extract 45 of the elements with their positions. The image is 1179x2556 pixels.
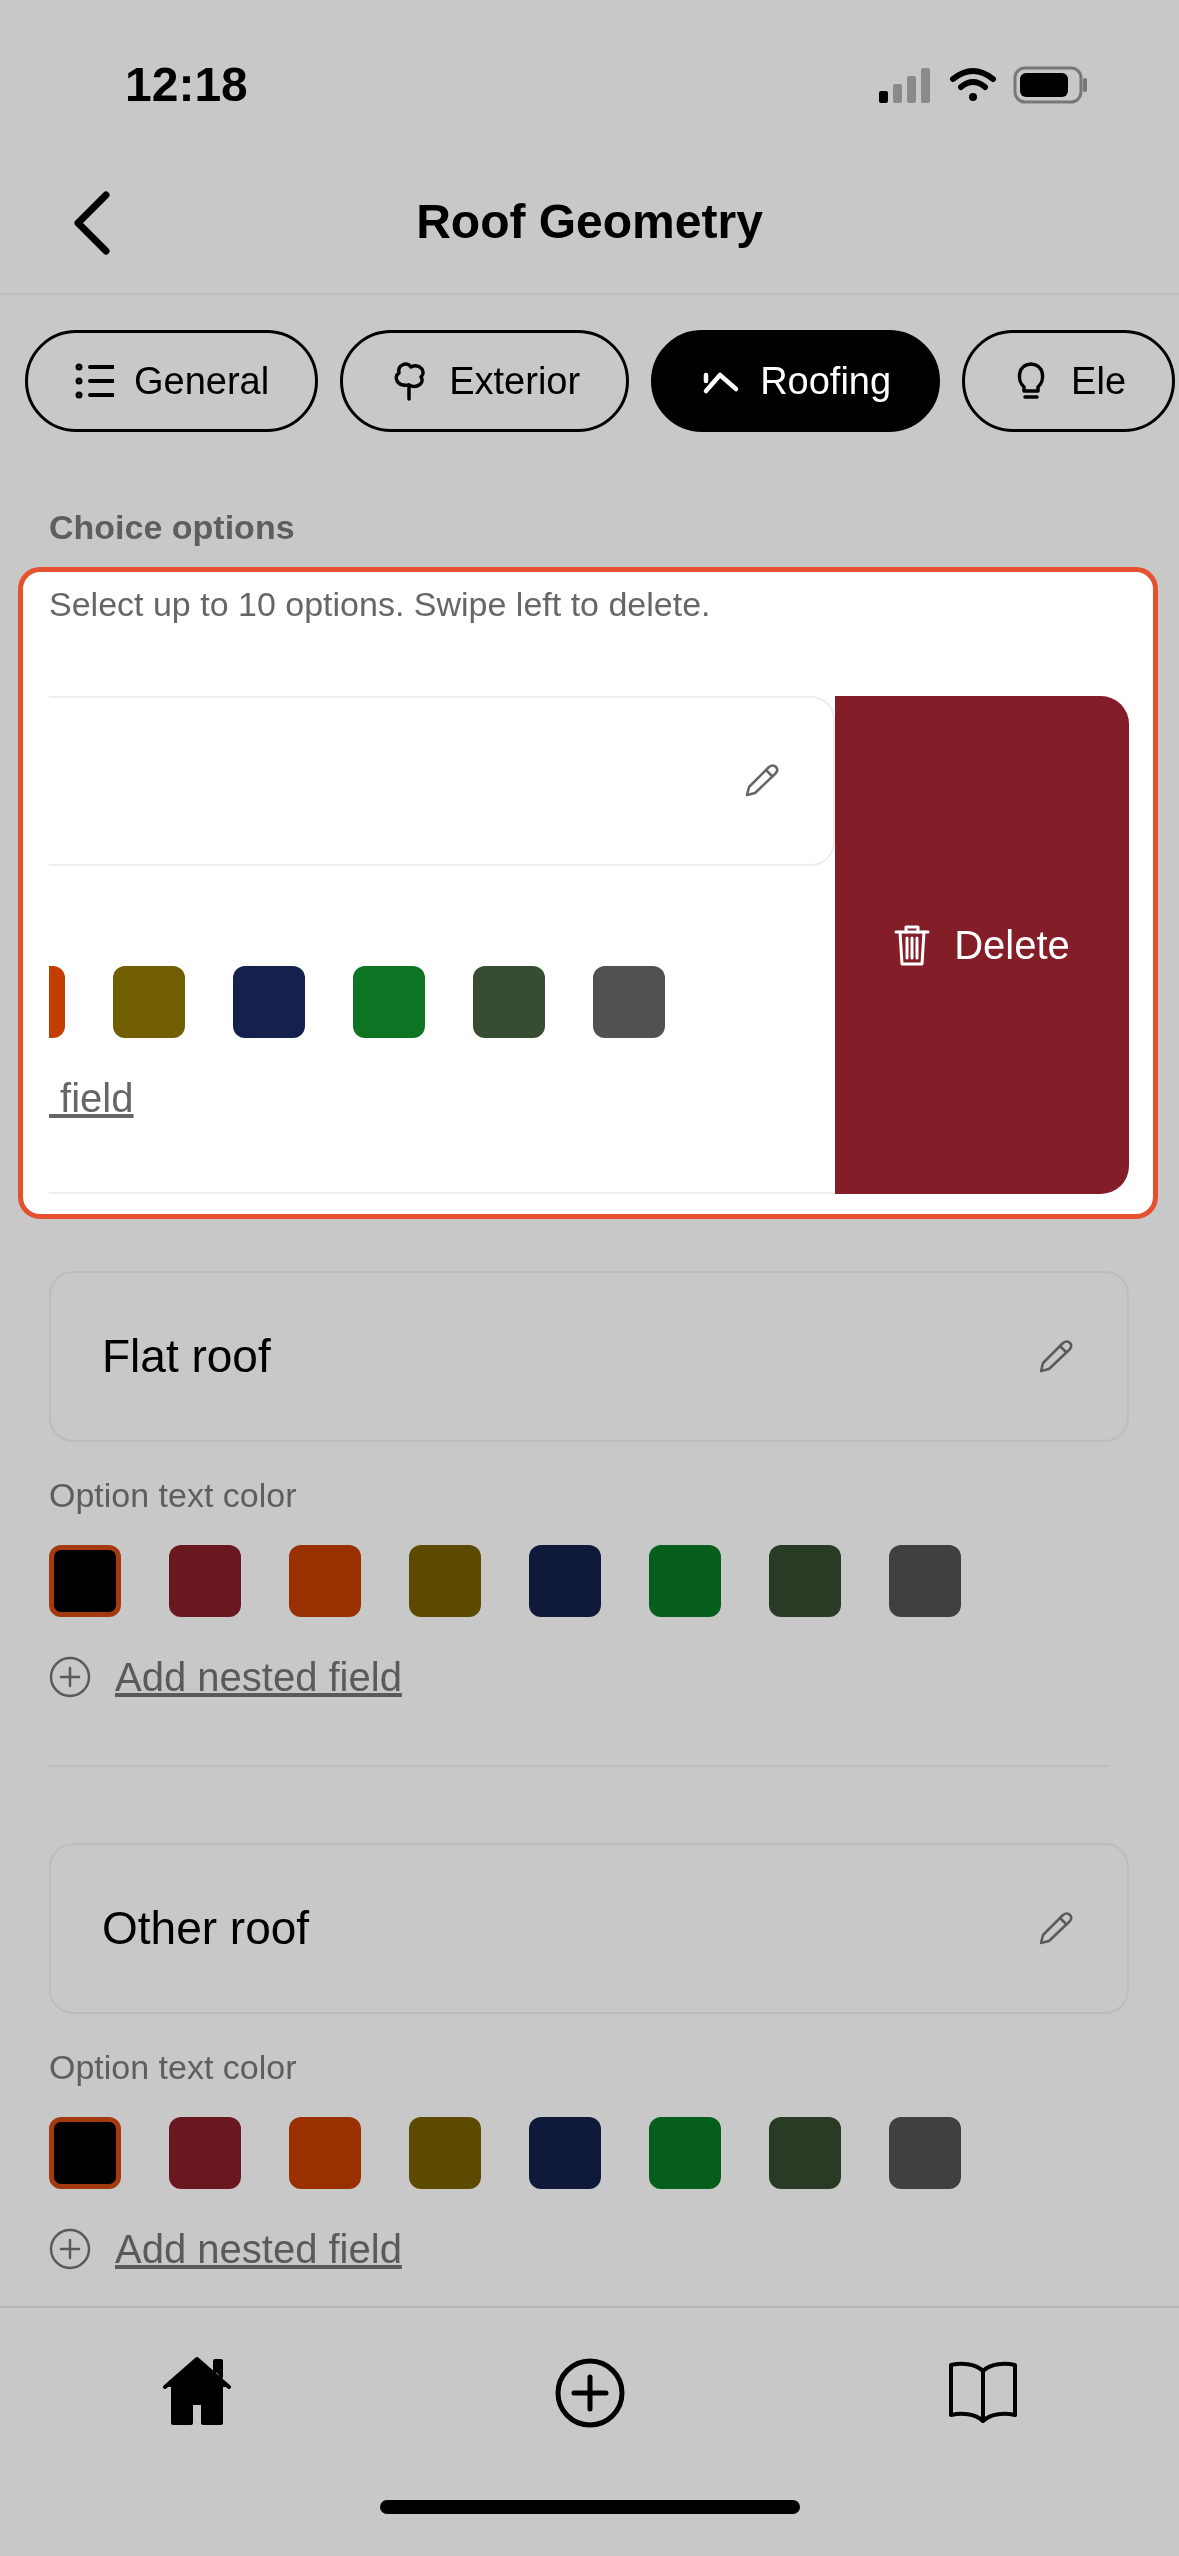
color-swatch[interactable] [649,1545,721,1617]
color-swatch[interactable] [529,2117,601,2189]
plus-circle-icon [49,1656,91,1698]
color-swatch[interactable] [409,2117,481,2189]
add-nested-field-link[interactable]: field [49,1068,134,1128]
color-swatch[interactable] [169,1545,241,1617]
color-label: Option text color [49,2047,298,2088]
color-swatch[interactable] [289,2117,361,2189]
wifi-icon [949,67,997,103]
color-swatch[interactable] [113,966,185,1038]
signal-icon [877,67,933,103]
category-tab[interactable]: General [25,330,319,432]
color-swatch[interactable] [289,1545,361,1617]
color-swatch[interactable] [769,2117,841,2189]
color-swatch[interactable] [593,966,665,1038]
status-time: 12:18 [125,57,248,113]
add-nested-field-link[interactable]: Add nested field [115,1647,402,1707]
color-swatch[interactable] [473,966,545,1038]
hint-text: Select up to 10 options. Swipe left to delete. [49,584,712,624]
color-swatch[interactable] [49,2117,121,2189]
option-card[interactable]: Flat roof [49,1271,1129,1442]
color-swatch[interactable] [889,2117,961,2189]
color-label: Option text color [49,1475,298,1516]
section-heading: Choice options [49,507,296,548]
option-label: Flat roof [102,1329,271,1384]
add-nested-field-link[interactable]: Add nested field [115,2219,402,2279]
category-tab[interactable]: Roofing [651,330,941,432]
plus-circle-icon [49,2228,91,2270]
color-swatch[interactable] [49,1545,121,1617]
category-tab[interactable]: Exterior [340,330,630,432]
trash-icon [894,923,931,967]
color-swatch[interactable] [649,2117,721,2189]
color-swatch[interactable] [353,966,425,1038]
color-swatch[interactable] [769,1545,841,1617]
option-card[interactable]: Other roof [49,1843,1129,2014]
color-swatch[interactable] [889,1545,961,1617]
category-tab[interactable]: Ele [962,330,1176,432]
delete-button[interactable]: Delete [835,696,1129,1194]
color-swatch[interactable] [529,1545,601,1617]
page-title: Roof Geometry [416,193,763,250]
color-swatch[interactable] [233,966,305,1038]
color-swatch[interactable] [409,1545,481,1617]
list-icon [74,361,114,401]
option-label: Other roof [102,1901,310,1956]
color-swatch[interactable] [169,2117,241,2189]
